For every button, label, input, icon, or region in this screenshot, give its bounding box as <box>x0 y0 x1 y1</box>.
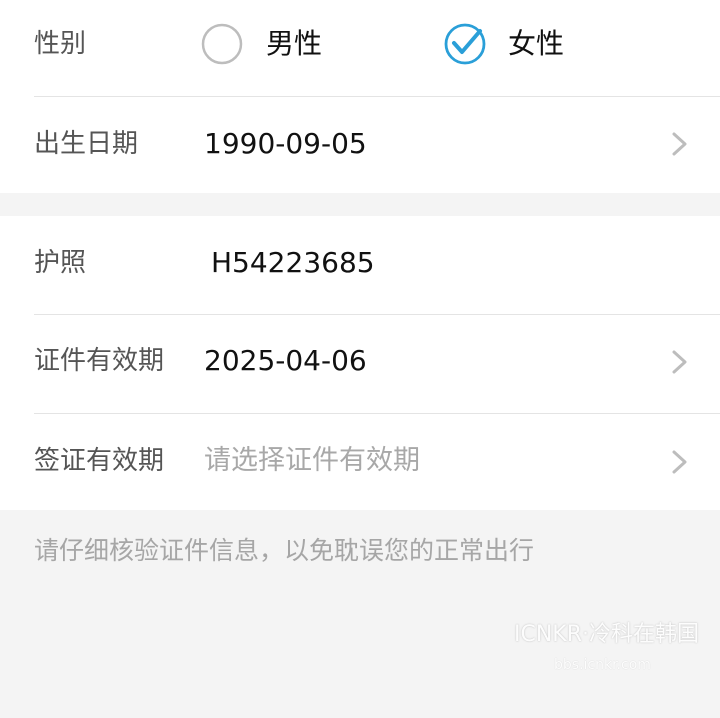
watermark: ICNKR·冷科在韩国 bbs.icnkr.com <box>514 624 699 680</box>
passport-number-field[interactable]: H54223685 <box>211 249 375 277</box>
gender-label: 性别 <box>34 29 87 59</box>
birth-date-value[interactable]: 1990-09-05 <box>204 130 367 158</box>
verification-notice: 请仔细核验证件信息，以免耽误您的正常出行 <box>34 536 535 565</box>
visa-expiry-placeholder[interactable]: 请选择证件有效期 <box>204 447 420 474</box>
document-info-card: 护照 H54223685 证件有效期 2025-04-06 签证有效期 请选择证… <box>0 216 720 510</box>
radio-checked-icon[interactable] <box>443 22 487 66</box>
radio-unchecked-icon[interactable] <box>200 22 244 66</box>
gender-female-label[interactable]: 女性 <box>508 30 564 58</box>
id-expiry-row[interactable]: 证件有效期 2025-04-06 <box>0 315 720 413</box>
passport-label: 护照 <box>34 248 87 278</box>
gender-row: 性别 男性 女性 <box>0 0 720 96</box>
personal-info-card: 性别 男性 女性 出生日期 1990-09-05 <box>0 0 720 193</box>
chevron-right-icon[interactable] <box>666 349 692 375</box>
passport-row[interactable]: 护照 H54223685 <box>0 216 720 314</box>
birth-date-row[interactable]: 出生日期 1990-09-05 <box>0 97 720 193</box>
gender-male-label[interactable]: 男性 <box>266 30 322 58</box>
visa-expiry-row[interactable]: 签证有效期 请选择证件有效期 <box>0 414 720 510</box>
chevron-right-icon[interactable] <box>666 131 692 157</box>
birth-date-label: 出生日期 <box>34 129 139 159</box>
visa-expiry-label: 签证有效期 <box>34 446 165 476</box>
watermark-logo: ICNKR·冷科在韩国 <box>514 622 700 647</box>
id-expiry-label: 证件有效期 <box>34 346 165 376</box>
watermark-url: bbs.icnkr.com <box>554 657 651 673</box>
chevron-right-icon[interactable] <box>666 449 692 475</box>
id-expiry-value[interactable]: 2025-04-06 <box>204 347 367 375</box>
